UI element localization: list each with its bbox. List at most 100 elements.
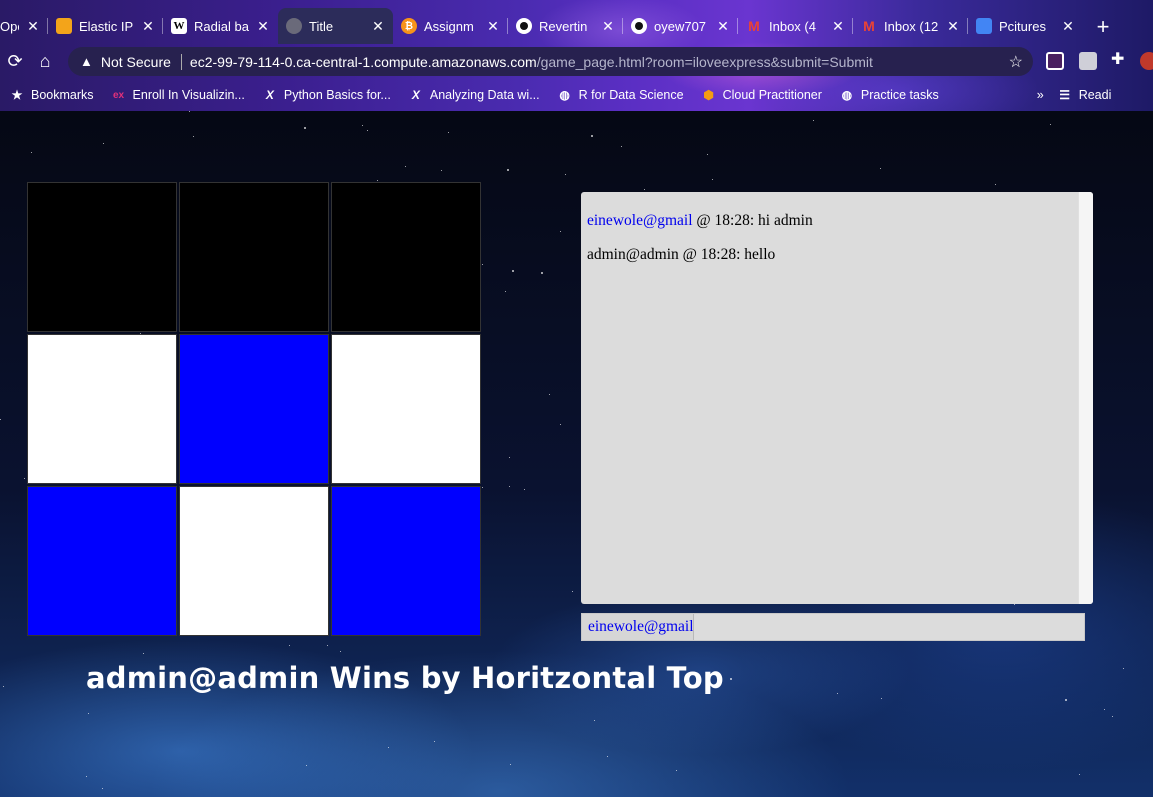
x-icon: X: [411, 88, 420, 102]
close-icon[interactable]: ✕: [141, 18, 155, 35]
docs-icon: [976, 18, 992, 34]
address-bar[interactable]: ▲ Not Secure ec2-99-79-114-0.ca-central-…: [68, 47, 1033, 76]
bookmark-item[interactable]: ◍ Practice tasks: [840, 88, 939, 102]
bookmark-label: Analyzing Data wi...: [429, 88, 540, 102]
bookmark-label: R for Data Science: [578, 88, 684, 102]
board-cell-0[interactable]: [27, 182, 177, 332]
tab-2[interactable]: W Radial ba ✕: [163, 8, 278, 44]
board-cell-6[interactable]: [27, 486, 177, 636]
board-cell-1[interactable]: [179, 182, 329, 332]
close-icon[interactable]: ✕: [371, 18, 385, 35]
bookmark-item[interactable]: X Analyzing Data wi...: [409, 88, 540, 102]
close-icon[interactable]: ✕: [26, 18, 40, 35]
game-page: einewole@gmail @ 18:28: hi admin admin@a…: [0, 111, 1153, 797]
chat-input-row: einewole@gmail: [581, 613, 1085, 641]
warning-icon: ▲: [80, 54, 93, 69]
close-icon[interactable]: ✕: [486, 18, 500, 35]
wikipedia-icon: W: [171, 18, 187, 34]
toolbar: ⟳ ⌂ ▲ Not Secure ec2-99-79-114-0.ca-cent…: [0, 44, 1153, 78]
board-cell-8[interactable]: [331, 486, 481, 636]
star-icon: ★: [11, 88, 23, 102]
aws-icon: [56, 18, 72, 34]
globe-icon: ◍: [841, 88, 853, 102]
tab-6[interactable]: oyew707 ✕: [623, 8, 738, 44]
board-cell-3[interactable]: [27, 334, 177, 484]
bookmark-label: Cloud Practitioner: [722, 88, 822, 102]
chat-user: admin@admin: [587, 246, 679, 263]
chat-message-input[interactable]: [694, 614, 1084, 640]
tab-label: Radial ba: [194, 18, 249, 34]
board-cell-5[interactable]: [331, 334, 481, 484]
security-label: Not Secure: [100, 53, 171, 70]
bookmark-item[interactable]: ⬢ Cloud Practitioner: [702, 88, 822, 102]
gmail-icon: M: [863, 18, 875, 34]
gmail-icon: M: [748, 18, 760, 34]
github-icon: [516, 18, 532, 34]
tab-5[interactable]: Revertin ✕: [508, 8, 623, 44]
bookmark-item[interactable]: ex Enroll In Visualizin...: [112, 88, 245, 102]
bookmarks-bar: ★ Bookmarks ex Enroll In Visualizin... X…: [0, 84, 1153, 106]
tab-1[interactable]: Elastic IP ✕: [48, 8, 163, 44]
aws-icon: ⬢: [703, 88, 714, 102]
url-path: /game_page.html?room=iloveexpress&submit…: [536, 53, 873, 70]
tab-label: Assignm: [424, 18, 474, 34]
close-icon[interactable]: ✕: [831, 18, 845, 35]
tab-label: Ope: [0, 18, 19, 34]
game-result-text: admin@admin Wins by Horitzontal Top: [86, 661, 724, 695]
tab-7[interactable]: M Inbox (4 ✕: [738, 8, 853, 44]
github-icon: [631, 18, 647, 34]
tic-tac-toe-board: [27, 182, 481, 636]
tab-label: oyew707: [654, 18, 707, 34]
close-icon[interactable]: ✕: [256, 18, 270, 35]
bitcoin-icon: ₿: [401, 18, 417, 34]
reading-list-label: Readi: [1078, 88, 1112, 102]
bookmark-star-icon[interactable]: ☆: [1009, 52, 1023, 72]
new-tab-button[interactable]: +: [1083, 8, 1123, 46]
profile-avatar[interactable]: [1140, 52, 1153, 70]
tab-label: Inbox (12: [884, 18, 939, 34]
tab-label: Revertin: [539, 18, 588, 34]
tab-4[interactable]: ₿ Assignm ✕: [393, 8, 508, 44]
bookmark-item[interactable]: ◍ R for Data Science: [558, 88, 684, 102]
chat-log: einewole@gmail @ 18:28: hi admin admin@a…: [581, 192, 1093, 604]
extension-icon[interactable]: [1046, 52, 1064, 70]
chat-text: @ 18:28: hello: [678, 246, 776, 263]
bookmark-label: Python Basics for...: [283, 88, 391, 102]
reload-icon[interactable]: ⟳: [0, 46, 30, 76]
chat-user[interactable]: einewole@gmail: [587, 212, 693, 229]
tab-label: Title: [309, 18, 334, 34]
x-icon: X: [265, 88, 274, 102]
reading-list-icon: ☰: [1059, 88, 1071, 102]
chat-scrollbar[interactable]: [1078, 192, 1093, 604]
tab-label: Inbox (4: [769, 18, 816, 34]
chat-message: einewole@gmail @ 18:28: hi admin: [587, 212, 1087, 230]
tab-3[interactable]: Title ✕: [278, 8, 393, 44]
edx-icon: ex: [112, 89, 125, 101]
board-cell-2[interactable]: [331, 182, 481, 332]
bookmark-item[interactable]: X Python Basics for...: [263, 88, 391, 102]
tab-label: Elastic IP: [79, 18, 134, 34]
close-icon[interactable]: ✕: [1061, 18, 1075, 35]
more-bookmarks-icon[interactable]: »: [1037, 88, 1044, 102]
close-icon[interactable]: ✕: [601, 18, 615, 35]
bookmark-label: Practice tasks: [860, 88, 939, 102]
home-icon[interactable]: ⌂: [30, 46, 60, 76]
tab-label: Pcitures: [999, 18, 1046, 34]
tab-9[interactable]: Pcitures ✕: [968, 8, 1083, 44]
board-cell-7[interactable]: [179, 486, 329, 636]
board-cell-4[interactable]: [179, 334, 329, 484]
browser-chrome: Ope ✕ Elastic IP ✕ W Radial ba ✕ Title ✕…: [0, 0, 1153, 111]
globe-icon: ◍: [559, 88, 570, 102]
reading-list[interactable]: ☰ Readi: [1058, 88, 1112, 102]
puzzle-icon[interactable]: ✚: [1111, 49, 1129, 68]
close-icon[interactable]: ✕: [716, 18, 730, 35]
chat-text: @ 18:28: hi admin: [692, 212, 813, 229]
url-host: ec2-99-79-114-0.ca-central-1.compute.ama…: [189, 53, 537, 70]
close-icon[interactable]: ✕: [946, 18, 960, 35]
tab-8[interactable]: M Inbox (12 ✕: [853, 8, 968, 44]
tab-0[interactable]: Ope ✕: [0, 8, 48, 44]
bookmark-item[interactable]: ★ Bookmarks: [10, 88, 94, 102]
extension-icon[interactable]: [1079, 52, 1097, 70]
bookmark-label: Enroll In Visualizin...: [132, 88, 245, 102]
globe-icon: [286, 18, 302, 34]
